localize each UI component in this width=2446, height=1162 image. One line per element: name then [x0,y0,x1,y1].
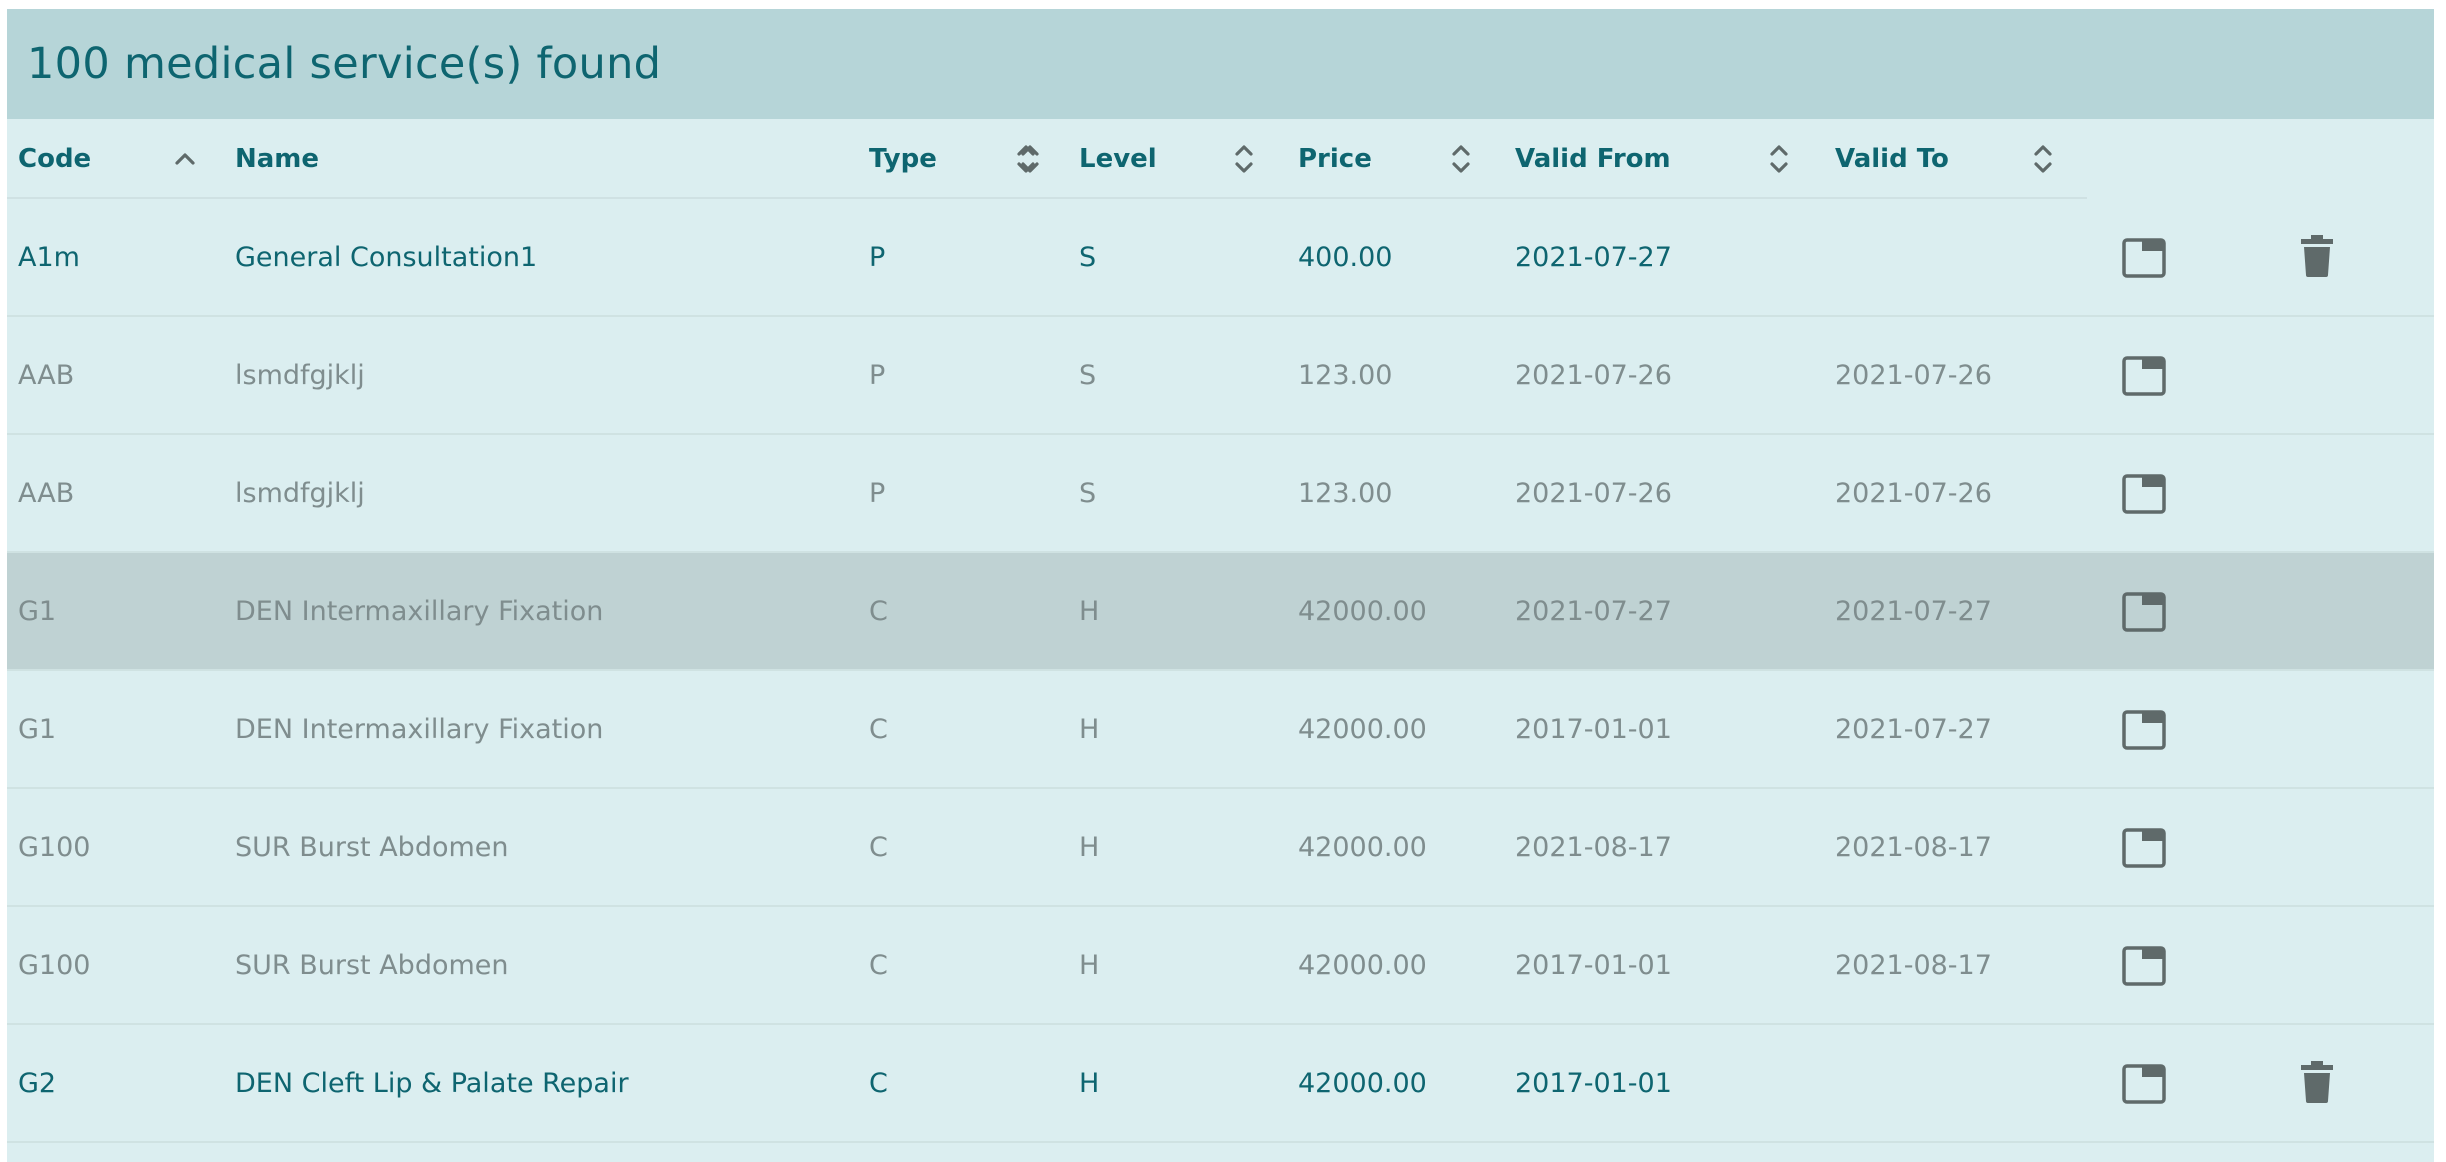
sort-updown-icon[interactable] [1015,139,1037,179]
table-row[interactable]: G2 DEN Cleft Lip & Palate Repair C H 42000.0… [7,1025,2434,1143]
table-row[interactable]: AAB lsmdfgjklj P S 123.00 2021-07-26 2021-07-2… [7,435,2434,553]
cell-code: A1m [18,241,80,273]
cell-type: C [869,949,888,981]
cell-price: 123.00 [1298,359,1393,391]
cell-type: C [869,713,888,745]
column-header-type[interactable]: Type [858,119,1068,199]
cell-code: G2 [18,1067,57,1099]
cell-valid-from: 2021-07-26 [1515,477,1672,509]
cell-level: H [1079,595,1100,627]
results-header: 100 medical service(s) found [7,9,2434,119]
column-label: Price [1298,144,1372,174]
column-label: Name [235,144,320,174]
cell-valid-to: 2021-08-17 [1835,949,1992,981]
open-in-new-tab-icon[interactable] [2122,238,2166,278]
cell-price: 42000.00 [1298,595,1427,627]
table-row[interactable]: A1m General Consultation1 P S 400.00 2021-07-… [7,199,2434,317]
open-in-new-tab-icon[interactable] [2122,710,2166,750]
cell-type: C [869,1067,888,1099]
cell-valid-to: 2021-08-17 [1835,831,1992,863]
column-label: Level [1079,144,1157,174]
cell-valid-from: 2021-08-17 [1515,831,1672,863]
table-body: A1m General Consultation1 P S 400.00 2021-07-… [7,199,2434,1143]
cell-price: 123.00 [1298,477,1393,509]
cell-name: General Consultation1 [235,241,538,273]
trash-icon[interactable] [2300,1061,2334,1103]
cell-code: AAB [18,359,75,391]
cell-level: S [1079,359,1097,391]
cell-type: C [869,595,888,627]
cell-code: AAB [18,477,75,509]
results-panel: 100 medical service(s) found Code Name T… [7,9,2434,1162]
column-label: Valid From [1515,144,1671,174]
cell-name: SUR Burst Abdomen [235,949,509,981]
cell-name: DEN Cleft Lip & Palate Repair [235,1067,629,1099]
cell-valid-to: 2021-07-27 [1835,713,1992,745]
cell-name: lsmdfgjklj [235,359,365,391]
cell-type: C [869,831,888,863]
cell-valid-to: 2021-07-26 [1835,359,1992,391]
column-header-valid-from[interactable]: Valid From [1504,119,1824,199]
cell-valid-from: 2021-07-27 [1515,241,1672,273]
column-header-level[interactable]: Level [1068,119,1287,199]
cell-name: DEN Intermaxillary Fixation [235,595,604,627]
column-label: Code [18,144,92,174]
cell-valid-to: 2021-07-27 [1835,595,1992,627]
cell-level: H [1079,949,1100,981]
cell-price: 42000.00 [1298,949,1427,981]
cell-price: 42000.00 [1298,1067,1427,1099]
cell-price: 42000.00 [1298,713,1427,745]
open-in-new-tab-icon[interactable] [2122,1064,2166,1104]
open-in-new-tab-icon[interactable] [2122,946,2166,986]
open-in-new-tab-icon[interactable] [2122,356,2166,396]
page-title: 100 medical service(s) found [27,39,662,89]
sort-updown-icon[interactable] [2032,139,2054,179]
table-row[interactable]: G1 DEN Intermaxillary Fixation C H 42000.00 2… [7,553,2434,671]
cell-valid-from: 2021-07-26 [1515,359,1672,391]
table-row[interactable]: G100 SUR Burst Abdomen C H 42000.00 2021-08-1… [7,789,2434,907]
cell-valid-from: 2021-07-27 [1515,595,1672,627]
sort-updown-icon[interactable] [1768,139,1790,179]
open-in-new-tab-icon[interactable] [2122,474,2166,514]
cell-code: G1 [18,595,57,627]
cell-code: G1 [18,713,57,745]
column-label: Valid To [1835,144,1949,174]
column-header-name[interactable]: Name [224,119,1039,199]
cell-code: G100 [18,949,91,981]
cell-level: H [1079,713,1100,745]
cell-type: P [869,477,886,509]
column-header-price[interactable]: Price [1287,119,1504,199]
cell-level: S [1079,241,1097,273]
column-label: Type [869,144,937,174]
cell-type: P [869,359,886,391]
cell-level: H [1079,1067,1100,1099]
chevron-up-icon[interactable] [174,139,196,179]
table-header: Code Name Type Level Price Valid From Va… [7,119,2434,199]
open-in-new-tab-icon[interactable] [2122,592,2166,632]
trash-icon[interactable] [2300,235,2334,277]
cell-code: G100 [18,831,91,863]
cell-price: 42000.00 [1298,831,1427,863]
table-row[interactable]: G1 DEN Intermaxillary Fixation C H 42000.00 2… [7,671,2434,789]
cell-valid-from: 2017-01-01 [1515,713,1672,745]
sort-updown-icon[interactable] [1450,139,1472,179]
column-header-code[interactable]: Code [7,119,224,199]
column-header-valid-to[interactable]: Valid To [1824,119,2087,199]
cell-valid-from: 2017-01-01 [1515,1067,1672,1099]
cell-level: H [1079,831,1100,863]
cell-name: DEN Intermaxillary Fixation [235,713,604,745]
cell-level: S [1079,477,1097,509]
cell-name: SUR Burst Abdomen [235,831,509,863]
cell-price: 400.00 [1298,241,1393,273]
cell-type: P [869,241,886,273]
cell-valid-to: 2021-07-26 [1835,477,1992,509]
table-row[interactable]: G100 SUR Burst Abdomen C H 42000.00 2017-01-0… [7,907,2434,1025]
table-row[interactable]: AAB lsmdfgjklj P S 123.00 2021-07-26 2021-07-2… [7,317,2434,435]
cell-valid-from: 2017-01-01 [1515,949,1672,981]
open-in-new-tab-icon[interactable] [2122,828,2166,868]
cell-name: lsmdfgjklj [235,477,365,509]
sort-updown-icon[interactable] [1233,139,1255,179]
